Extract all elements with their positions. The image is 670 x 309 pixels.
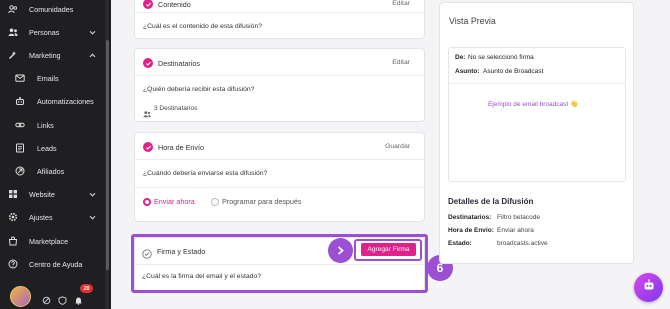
details-time-value: Enviar ahora	[497, 227, 534, 234]
website-icon	[8, 189, 18, 199]
details-recipients-label: Destinatarios:	[448, 214, 492, 221]
sidebar-item-personas[interactable]: Personas	[0, 21, 104, 43]
send-time-card: Hora de Envío Guardar ¿Cuándo debería en…	[134, 132, 425, 222]
recipients-card-title: Destinatarios	[158, 59, 200, 68]
people-icon	[143, 105, 151, 118]
details-recipients-value: Filtro betacode	[497, 214, 540, 221]
details-status-value: broadcasts.active	[497, 240, 548, 247]
sidebar-item-label: Leads	[37, 143, 57, 153]
subject-label: Asunto:	[455, 68, 480, 75]
check-circle-icon	[143, 0, 153, 9]
automation-icon	[15, 96, 25, 106]
sidebar-item-label: Marketing	[29, 50, 61, 60]
divider	[135, 12, 424, 13]
send-time-question: ¿Cuándo debería enviarse esta difusión?	[143, 170, 268, 177]
sidebar-item-label: Afiliados	[37, 166, 65, 176]
details-time-label: Hora de Envío:	[448, 227, 494, 234]
sidebar-item-afiliados[interactable]: Afiliados	[0, 160, 104, 182]
divider	[135, 75, 424, 76]
sidebar-item-leads[interactable]: Leads	[0, 137, 104, 159]
sidebar-scroll-thumb[interactable]	[106, 40, 109, 270]
save-time-button[interactable]: Guardar	[385, 143, 410, 150]
email-preview-box: De: No se seleccionó firma Asunto: Asunt…	[448, 47, 626, 182]
sidebar-item-label: Emails	[37, 73, 59, 83]
subject-value: Asunto de Broadcast	[483, 68, 544, 75]
chevron-down-icon	[88, 213, 96, 221]
recipients-card: Destinatarios Editar ¿Quién debería reci…	[134, 48, 425, 122]
notification-badge: 20	[80, 284, 93, 293]
recipients-count: 3 Destinatarios	[154, 105, 198, 112]
divider	[135, 159, 424, 160]
divider	[449, 83, 625, 84]
sidebar-item-links[interactable]: Links	[0, 114, 104, 136]
from-label: De:	[455, 54, 466, 61]
send-now-label[interactable]: Enviar ahora	[154, 197, 195, 206]
sidebar-item-centro-de-ayuda[interactable]: Centro de Ayuda	[0, 253, 104, 275]
preview-panel: Vista Previa De: No se seleccionó firma …	[439, 2, 634, 264]
from-value: No se seleccionó firma	[468, 54, 534, 61]
chat-assistant-button[interactable]	[634, 273, 663, 302]
bell-icon[interactable]	[74, 292, 83, 305]
store-icon	[8, 236, 18, 246]
sidebar-item-marketplace[interactable]: Marketplace	[0, 230, 104, 252]
example-email-text: Ejemplo de email broadcast 👋	[488, 101, 579, 108]
sidebar-item-label: Personas	[29, 27, 60, 37]
sidebar-item-label: Centro de Ayuda	[29, 259, 83, 269]
divider	[135, 187, 424, 188]
content-card: Contenido Editar ¿Cuál es el contenido d…	[134, 0, 425, 39]
sidebar-item-ajustes[interactable]: Ajustes	[0, 206, 104, 228]
leads-icon	[15, 143, 25, 153]
sidebar-item-label: Comunidades	[29, 4, 74, 14]
send-time-card-title: Hora de Envío	[158, 143, 204, 152]
schedule-later-radio[interactable]	[211, 198, 219, 206]
details-status-label: Estado:	[448, 240, 472, 247]
check-circle-icon	[143, 58, 153, 68]
send-now-radio[interactable]	[143, 198, 151, 206]
avatar[interactable]	[10, 286, 31, 307]
schedule-later-label[interactable]: Programar para después	[222, 197, 302, 206]
settings-icon	[8, 212, 18, 222]
add-signature-button[interactable]: Agregar Firma	[361, 243, 416, 256]
people-icon	[8, 27, 18, 37]
preview-title: Vista Previa	[449, 16, 496, 26]
marketing-icon	[8, 50, 18, 60]
help-icon	[8, 259, 18, 269]
sidebar-item-automatizaciones[interactable]: Automatizaciones	[0, 90, 104, 112]
sidebar-item-comunidades[interactable]: Comunidades	[0, 0, 104, 20]
sidebar-item-emails[interactable]: Emails	[0, 67, 104, 89]
edit-recipients-button[interactable]: Editar	[392, 59, 410, 66]
community-icon	[8, 4, 18, 14]
details-title: Detalles de la Difusión	[448, 197, 534, 206]
sidebar-item-marketing[interactable]: Marketing	[0, 44, 104, 66]
link-icon	[15, 120, 25, 130]
sidebar-item-label: Links	[37, 120, 54, 130]
content-card-title: Contenido	[158, 0, 191, 9]
sidebar-item-label: Website	[29, 189, 55, 199]
sidebar-item-label: Marketplace	[29, 236, 69, 246]
chevron-up-icon	[88, 51, 96, 59]
chevron-down-icon	[88, 28, 96, 36]
sidebar-item-label: Automatizaciones	[37, 96, 94, 106]
chevron-down-icon	[88, 190, 96, 198]
shield-icon[interactable]	[58, 292, 67, 305]
sidebar: Comunidades Personas Marketing Emails Au…	[0, 0, 111, 309]
sidebar-item-website[interactable]: Website	[0, 183, 104, 205]
robot-icon	[642, 278, 656, 297]
theme-toggle-icon[interactable]	[42, 292, 51, 305]
mail-icon	[15, 73, 25, 83]
content-question: ¿Cuál es el contenido de esta difusión?	[143, 23, 263, 30]
arrow-pointer-icon	[328, 238, 353, 263]
affiliate-icon	[15, 166, 25, 176]
edit-content-button[interactable]: Editar	[392, 0, 410, 7]
recipients-question: ¿Quién debería recibir esta difusión?	[143, 86, 255, 93]
check-circle-icon	[143, 142, 153, 152]
sidebar-item-label: Ajustes	[29, 212, 53, 222]
